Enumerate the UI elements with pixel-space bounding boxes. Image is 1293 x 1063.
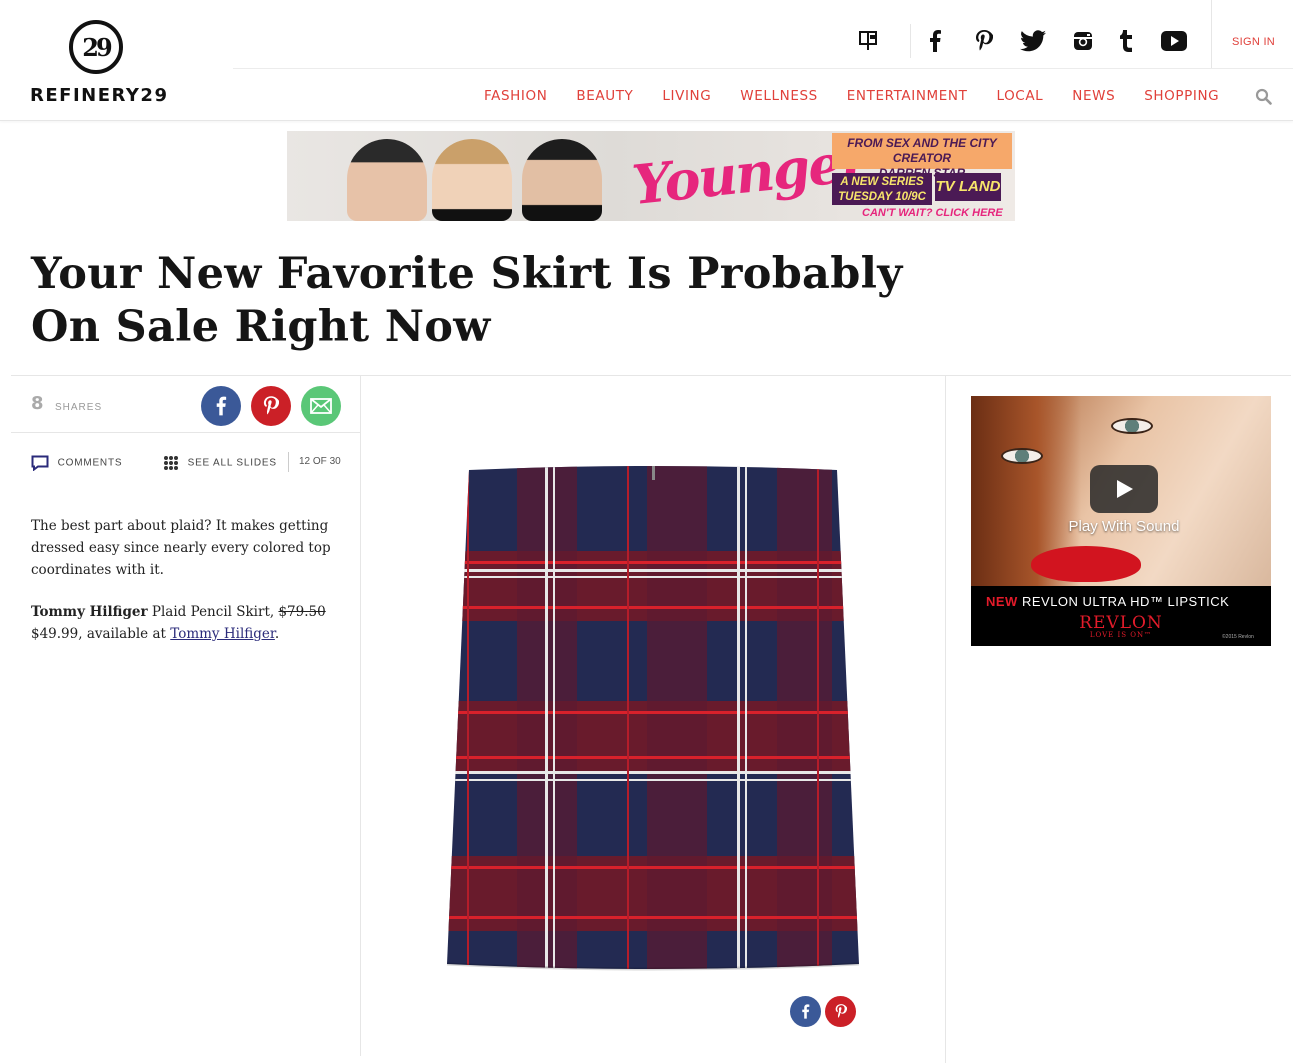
- nav-item-living[interactable]: LIVING: [662, 88, 711, 104]
- ad-product-line: NEW REVLON ULTRA HD™ LIPSTICK: [986, 594, 1229, 609]
- product-name: Plaid Pencil Skirt,: [151, 604, 275, 620]
- search-icon[interactable]: [1255, 88, 1273, 106]
- ad-copyright: ©2015 Revlon: [1222, 634, 1254, 640]
- banner-cta[interactable]: CAN'T WAIT? CLICK HERE: [862, 207, 1003, 219]
- play-icon: [1117, 480, 1133, 498]
- header-rule: [233, 68, 1293, 69]
- shares-label: SHARES: [55, 402, 103, 413]
- nav-item-entertainment[interactable]: ENTERTAINMENT: [847, 88, 968, 104]
- product-new-price: $49.99, available at: [31, 626, 166, 642]
- video-ad[interactable]: Play With Sound NEW REVLON ULTRA HD™ LIP…: [971, 396, 1271, 646]
- content-divider: [11, 375, 1291, 376]
- comments-link[interactable]: COMMENTS: [31, 455, 123, 472]
- header-divider: [1211, 0, 1212, 68]
- tumblr-icon[interactable]: [1113, 28, 1141, 54]
- ad-new-label: NEW: [986, 594, 1018, 609]
- grid-icon: [164, 456, 178, 470]
- youtube-icon[interactable]: [1159, 28, 1189, 54]
- pinterest-icon: [263, 396, 279, 415]
- banner-creator: FROM SEX AND THE CITY CREATOR DARREN STA…: [832, 133, 1012, 180]
- banner-ad[interactable]: Younger FROM SEX AND THE CITY CREATOR DA…: [287, 131, 1015, 221]
- mail-icon: [310, 398, 332, 414]
- nav-item-fashion[interactable]: FASHION: [484, 88, 547, 104]
- site-header: 29 REFINERY29 SIGN IN FASHION BEAUTY LIV…: [0, 0, 1293, 121]
- nav-item-local[interactable]: LOCAL: [996, 88, 1043, 104]
- email-share-button[interactable]: [301, 386, 341, 426]
- header-divider: [910, 24, 911, 58]
- banner-line4: TUESDAY 10/9C: [838, 191, 926, 203]
- retailer-link[interactable]: Tommy Hilfiger: [170, 626, 275, 642]
- product-period: .: [274, 626, 280, 642]
- slide-counter: 12 OF 30: [288, 452, 341, 472]
- left-divider: [11, 432, 360, 433]
- instagram-icon[interactable]: [1069, 28, 1097, 54]
- nav-item-beauty[interactable]: BEAUTY: [576, 88, 633, 104]
- logo-text: REFINERY29: [30, 85, 169, 106]
- twitter-icon[interactable]: [1019, 28, 1047, 54]
- slide-image[interactable]: [446, 466, 860, 971]
- image-pinterest-share-button[interactable]: [825, 996, 856, 1027]
- product-brand: Tommy Hilfiger: [31, 604, 148, 620]
- main-nav: FASHION BEAUTY LIVING WELLNESS ENTERTAIN…: [484, 88, 1248, 104]
- comments-label: COMMENTS: [57, 457, 123, 469]
- image-facebook-share-button[interactable]: [790, 996, 821, 1027]
- banner-schedule: A NEW SERIES TUESDAY 10/9C: [832, 173, 932, 205]
- facebook-icon: [802, 1004, 810, 1019]
- play-with-sound-label: Play With Sound: [1068, 518, 1180, 535]
- sign-in-link[interactable]: SIGN IN: [1232, 36, 1275, 48]
- logo-mark: 29: [69, 20, 123, 74]
- nav-item-news[interactable]: NEWS: [1072, 88, 1115, 104]
- comment-icon: [31, 455, 49, 472]
- banner-network: TV LAND: [935, 173, 1001, 201]
- see-all-slides-link[interactable]: SEE ALL SLIDES: [163, 455, 277, 471]
- facebook-icon[interactable]: [921, 28, 949, 54]
- mail-icon[interactable]: [855, 28, 883, 54]
- play-button[interactable]: [1090, 465, 1158, 513]
- banner-photo: [337, 131, 667, 221]
- slide-caption: The best part about plaid? It makes gett…: [31, 518, 331, 578]
- ad-product-name: REVLON ULTRA HD™ LIPSTICK: [1021, 594, 1230, 609]
- article-title: Your New Favorite Skirt Is Probably On S…: [31, 249, 903, 352]
- see-all-label: SEE ALL SLIDES: [187, 457, 277, 469]
- product-credit: Tommy Hilfiger Plaid Pencil Skirt, $79.5…: [31, 601, 341, 645]
- pinterest-icon: [835, 1004, 847, 1018]
- ad-footer: NEW REVLON ULTRA HD™ LIPSTICK REVLON LOV…: [971, 586, 1271, 646]
- ad-brand-logo: REVLON: [1079, 613, 1163, 633]
- column-divider: [945, 376, 946, 1063]
- banner-line1: FROM SEX AND THE CITY CREATOR: [847, 136, 997, 165]
- facebook-share-button[interactable]: [201, 386, 241, 426]
- nav-item-wellness[interactable]: WELLNESS: [740, 88, 818, 104]
- pinterest-icon[interactable]: [970, 28, 998, 54]
- banner-line3: A NEW SERIES: [840, 176, 924, 188]
- nav-item-shopping[interactable]: SHOPPING: [1144, 88, 1219, 104]
- facebook-icon: [216, 396, 227, 416]
- site-logo[interactable]: 29 REFINERY29: [30, 20, 167, 110]
- shares-count: 8: [31, 393, 44, 414]
- column-divider: [360, 376, 361, 1056]
- plaid-skirt-image: [446, 466, 860, 971]
- product-old-price: $79.50: [278, 604, 326, 620]
- pinterest-share-button[interactable]: [251, 386, 291, 426]
